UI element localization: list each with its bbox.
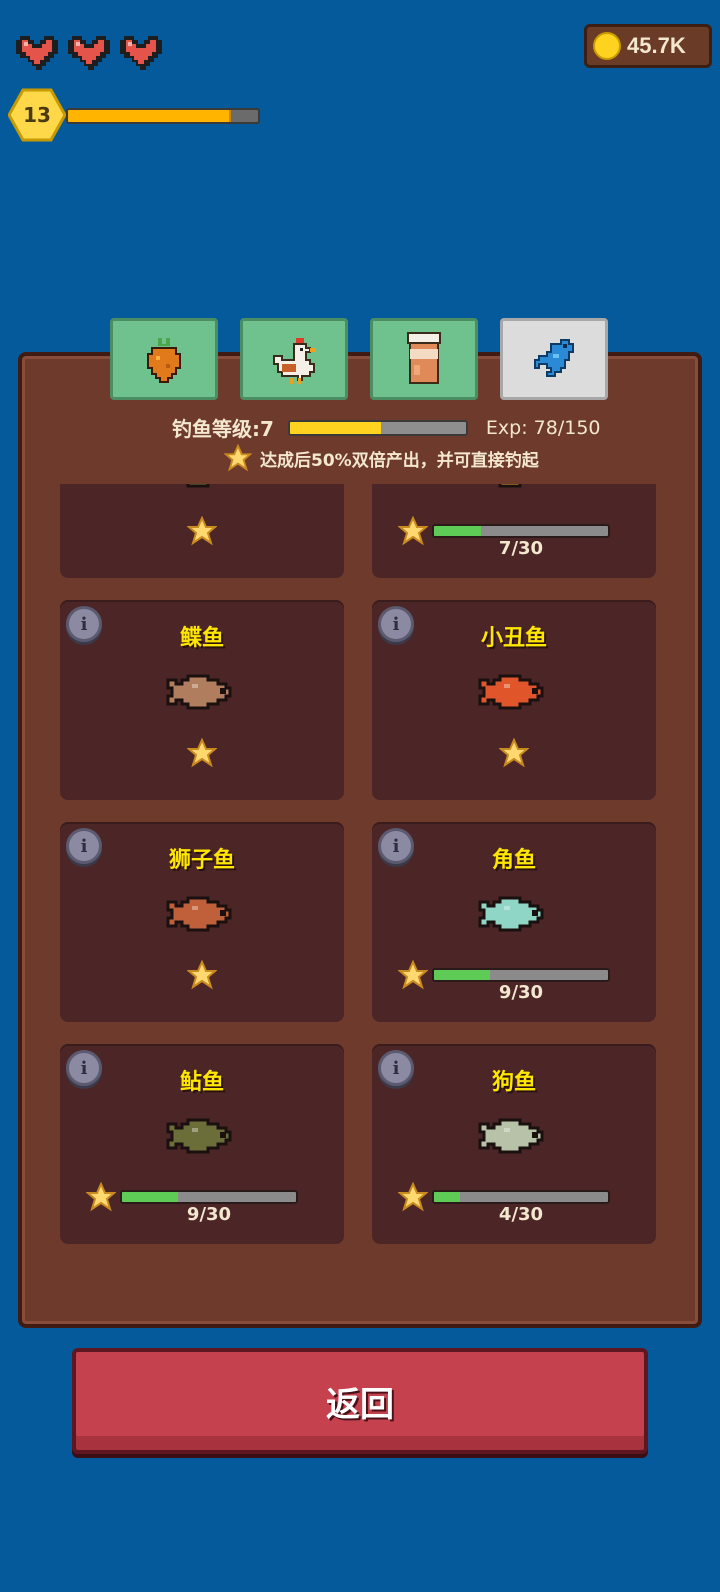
fish-card[interactable]: i 鲇鱼 9/30 [60,1044,344,1244]
star-icon [187,516,217,546]
chicken-icon [273,338,316,384]
fishing-level-row: 钓鱼等级:7 Exp: 78/150 [172,413,601,442]
player-level-badge: 13 [8,88,66,142]
star-icon [187,960,217,990]
player-level-number: 13 [23,103,51,127]
coin-counter[interactable]: 45.7K [584,24,712,68]
heart-icon [120,36,162,70]
fishing-level-bar [287,419,468,436]
fish-name: 角鱼 [491,848,536,873]
fish-name: 小丑鱼 [480,626,547,651]
fish-progress-bar [432,1190,610,1204]
fish-name: 狗鱼 [491,1070,536,1095]
tab-farming[interactable] [110,318,218,400]
star-icon [86,1182,116,1212]
fish-name: 鲇鱼 [179,1070,224,1095]
fish-progress-fill [122,1192,178,1202]
fish-grid: i吸盘鱼i金鳟7/30i鲽鱼i小丑鱼i狮子鱼i角鱼9/30i鲇鱼9/30i狗鱼4… [60,484,656,1244]
mastery-bonus-text: 达成后50%双倍产出，并可直接钓起 [260,450,539,471]
player-xp-bar [66,108,260,124]
fish-icon [534,339,574,377]
fish-progress-fill [434,1192,461,1202]
fish-progress-bar [432,968,610,982]
tab-crafting[interactable] [370,318,478,400]
player-xp-fill [68,110,232,122]
fish-card[interactable]: i 狗鱼 4/30 [372,1044,656,1244]
fish-progress-fill [434,970,490,980]
fish-progress-text: 9/30 [498,982,544,1003]
fish-card[interactable]: i 狮子鱼 [60,822,344,1022]
fish-sprite-icon [166,1118,232,1154]
fish-card[interactable]: i 角鱼 9/30 [372,822,656,1022]
fish-list-viewport[interactable]: i吸盘鱼i金鳟7/30i鲽鱼i小丑鱼i狮子鱼i角鱼9/30i鲇鱼9/30i狗鱼4… [60,484,660,1310]
fish-card[interactable]: i吸盘鱼 [60,484,344,578]
tab-fishing[interactable] [500,318,608,400]
star-icon [187,738,217,768]
fish-sprite-icon [478,1118,544,1154]
fish-progress-text: 4/30 [498,1204,544,1225]
fish-sprite-icon [186,484,210,488]
mastery-bonus-row: 达成后50%双倍产出，并可直接钓起 [224,444,539,472]
fish-progress-text: 7/30 [498,538,544,559]
category-tabs [110,318,608,400]
fish-sprite-icon [166,896,232,932]
back-button[interactable]: 返回 [72,1348,648,1454]
heart-icon [16,36,58,70]
star-icon [499,738,529,768]
fish-progress-text: 9/30 [186,1204,232,1225]
jar-icon [407,332,441,384]
fishing-level-fill [289,421,382,434]
carrot-icon [147,338,181,383]
fish-card[interactable]: i 小丑鱼 [372,600,656,800]
tab-ranching[interactable] [240,318,348,400]
fish-card[interactable]: i金鳟7/30 [372,484,656,578]
star-icon [398,1182,428,1212]
heart-icon [68,36,110,70]
fish-progress-bar [432,524,610,538]
health-hearts [14,32,164,74]
coin-icon [593,32,621,60]
fish-sprite-icon [478,896,544,932]
fish-sprite-icon [498,484,522,488]
fishing-level-label: 钓鱼等级:7 [172,417,274,441]
fish-sprite-icon [166,674,232,710]
fish-name: 狮子鱼 [168,848,235,873]
star-icon [398,516,428,546]
star-icon [224,444,252,472]
fish-card[interactable]: i 鲽鱼 [60,600,344,800]
coin-amount: 45.7K [627,33,686,58]
fish-progress-fill [434,526,481,536]
fish-name: 鲽鱼 [179,626,224,651]
fish-progress-bar [120,1190,298,1204]
fish-sprite-icon [478,674,544,710]
star-icon [398,960,428,990]
fishing-exp-label: Exp: 78/150 [485,416,601,439]
